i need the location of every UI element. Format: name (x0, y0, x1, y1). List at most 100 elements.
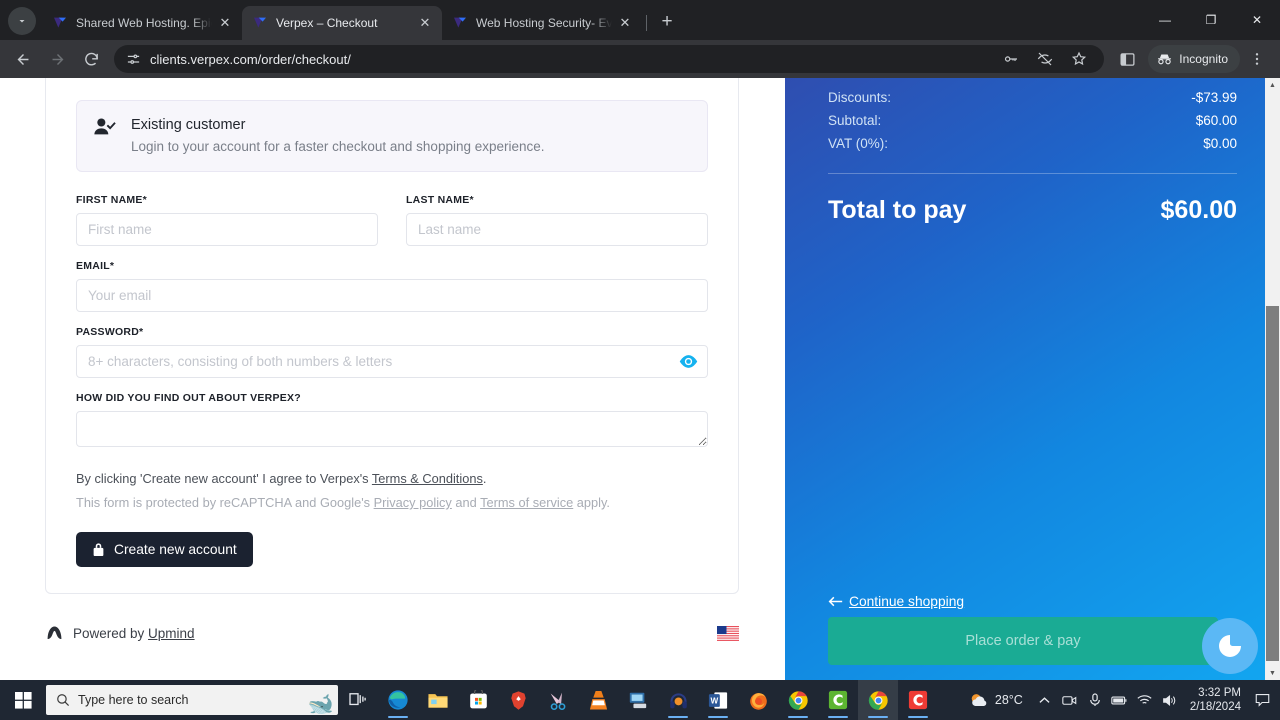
incognito-indicator[interactable]: Incognito (1148, 45, 1240, 73)
email-label: EMAIL* (76, 260, 115, 272)
taskbar-app-microsoft-store[interactable] (458, 680, 498, 720)
taskbar-app-chrome-1[interactable] (778, 680, 818, 720)
password-key-icon[interactable] (996, 44, 1026, 74)
svg-text:W: W (711, 696, 719, 705)
toggle-password-visibility-button[interactable] (678, 352, 698, 372)
scroll-down-arrow[interactable]: ▼ (1265, 666, 1280, 681)
show-hidden-icons-button[interactable] (1034, 696, 1056, 705)
taskbar-app-chrome-2[interactable] (858, 680, 898, 720)
terms-text-post: . (482, 471, 487, 486)
us-flag-icon[interactable] (717, 625, 739, 641)
more-vertical-icon (1255, 53, 1259, 65)
recaptcha-text-mid: and (451, 495, 481, 510)
browser-tab-0[interactable]: Shared Web Hosting. Epic Sales ✕ (42, 6, 242, 40)
battery-tray-icon[interactable] (1109, 695, 1131, 706)
taskbar-app-camtasia-recorder[interactable] (898, 680, 938, 720)
taskbar-app-brave[interactable] (498, 680, 538, 720)
close-icon[interactable]: ✕ (216, 14, 234, 32)
forward-button[interactable] (42, 44, 72, 74)
task-view-button[interactable] (338, 680, 378, 720)
window-controls: — ❐ ✕ (1142, 0, 1280, 40)
summary-divider (828, 173, 1237, 174)
last-name-input[interactable] (406, 213, 708, 246)
window-close-button[interactable]: ✕ (1234, 4, 1280, 36)
new-tab-button[interactable]: + (653, 8, 681, 36)
terms-text-pre: By clicking 'Create new account' I agree… (76, 471, 372, 486)
upmind-link[interactable]: Upmind (148, 626, 195, 641)
word-icon: W (708, 691, 728, 709)
terms-conditions-link[interactable]: Terms & Conditions (372, 471, 483, 486)
close-icon[interactable]: ✕ (616, 14, 634, 32)
tab-title: Shared Web Hosting. Epic Sales (76, 16, 212, 30)
snipping-tool-icon (550, 692, 565, 710)
place-order-button[interactable]: Place order & pay (828, 617, 1218, 665)
browser-tab-1[interactable]: Verpex – Checkout ✕ (242, 6, 442, 40)
side-panel-button[interactable] (1112, 44, 1142, 74)
page-scrollbar[interactable]: ▲ ▼ (1265, 78, 1280, 681)
windows-taskbar: Type here to search 🐋 W 28°C 3:32 PM 2/1… (0, 680, 1280, 720)
chat-widget-button[interactable] (1202, 618, 1258, 674)
taskbar-app-word[interactable]: W (698, 680, 738, 720)
back-button[interactable] (8, 44, 38, 74)
notification-center-button[interactable] (1250, 693, 1274, 707)
maximize-button[interactable]: ❐ (1188, 4, 1234, 36)
taskbar-app-camtasia[interactable] (818, 680, 858, 720)
weather-widget[interactable]: 28°C (969, 692, 1023, 709)
summary-row-vat: VAT (0%): $0.00 (828, 132, 1237, 155)
close-icon[interactable]: ✕ (416, 14, 434, 32)
summary-value: $60.00 (1195, 113, 1237, 128)
create-account-button[interactable]: Create new account (76, 532, 253, 567)
scrollbar-thumb[interactable] (1266, 306, 1279, 661)
site-settings-icon[interactable] (122, 48, 144, 70)
microphone-tray-icon[interactable] (1084, 693, 1106, 707)
taskbar-app-headphones[interactable] (658, 680, 698, 720)
webcam-icon (1062, 695, 1077, 705)
address-bar[interactable]: clients.verpex.com/order/checkout/ (114, 44, 1105, 74)
chrome-menu-button[interactable] (1242, 44, 1272, 74)
scroll-up-arrow[interactable]: ▲ (1265, 78, 1280, 93)
clock-date: 2/18/2024 (1189, 701, 1241, 713)
minimize-button[interactable]: — (1142, 4, 1188, 36)
existing-customer-banner[interactable]: Existing customer Login to your account … (76, 100, 708, 172)
terms-of-service-link[interactable]: Terms of service (480, 495, 573, 510)
wifi-tray-icon[interactable] (1134, 694, 1156, 706)
weather-temperature: 28°C (994, 693, 1023, 707)
whale-icon: 🐋 (307, 693, 334, 715)
password-input[interactable] (76, 345, 708, 378)
email-input[interactable] (76, 279, 708, 312)
tab-search-button[interactable] (8, 7, 36, 35)
checkout-page: Existing customer Login to your account … (0, 78, 1280, 681)
total-label: Total to pay (828, 196, 967, 224)
arrow-right-icon (52, 53, 63, 65)
taskbar-clock[interactable]: 3:32 PM 2/18/2024 (1190, 686, 1241, 714)
taskbar-app-firefox[interactable] (738, 680, 778, 720)
create-account-label: Create new account (114, 542, 237, 557)
reload-button[interactable] (76, 44, 106, 74)
firefox-icon (749, 692, 767, 710)
start-button[interactable] (0, 691, 46, 709)
total-value: $60.00 (1160, 196, 1237, 224)
taskbar-app-vlc[interactable] (578, 680, 618, 720)
first-name-input[interactable] (76, 213, 378, 246)
referral-input[interactable] (76, 411, 708, 447)
chevron-up-icon (1039, 696, 1050, 703)
bookmark-star-icon[interactable] (1064, 44, 1094, 74)
eye-icon (679, 355, 697, 368)
browser-tab-2[interactable]: Web Hosting Security- Everything ✕ (442, 6, 642, 40)
browser-window: Shared Web Hosting. Epic Sales ✕ Verpex … (0, 0, 1280, 720)
tracking-protection-icon[interactable] (1030, 44, 1060, 74)
taskbar-search-box[interactable]: Type here to search 🐋 (46, 685, 338, 715)
order-summary-panel: Discounts: -$73.99 Subtotal: $60.00 VAT … (785, 78, 1280, 681)
continue-shopping-link[interactable]: Continue shopping (828, 594, 964, 609)
camera-tray-icon[interactable] (1059, 694, 1081, 707)
taskbar-app-edge[interactable] (378, 680, 418, 720)
speaker-icon (1163, 694, 1176, 706)
existing-customer-title: Existing customer (131, 117, 246, 133)
star-icon (1072, 51, 1087, 66)
privacy-policy-link[interactable]: Privacy policy (374, 495, 452, 510)
taskbar-app-snipping-tool[interactable] (538, 680, 578, 720)
taskbar-app-remote-desktop[interactable] (618, 680, 658, 720)
continue-shopping-label: Continue shopping (849, 594, 965, 609)
volume-tray-icon[interactable] (1159, 694, 1181, 707)
taskbar-app-file-explorer[interactable] (418, 680, 458, 720)
